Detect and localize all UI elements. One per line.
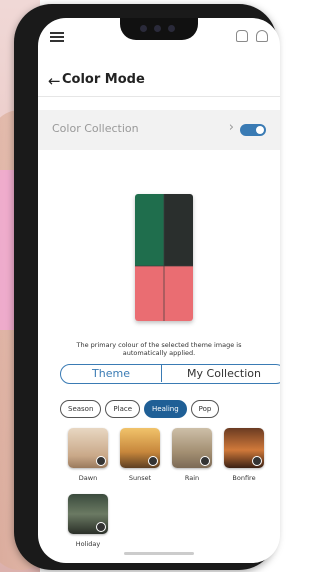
page-title: Color Mode <box>62 72 145 87</box>
menu-icon[interactable] <box>50 32 64 42</box>
fridge-preview <box>135 194 193 321</box>
color-collection-toggle[interactable] <box>240 124 266 136</box>
back-arrow-icon[interactable]: ← <box>48 72 61 90</box>
theme-label-sunset: Sunset <box>128 474 152 482</box>
theme-label-dawn: Dawn <box>78 474 98 482</box>
fridge-panel-top-right <box>164 194 193 266</box>
chip-place[interactable]: Place <box>105 400 141 418</box>
badge-icon <box>96 522 106 532</box>
chip-pop[interactable]: Pop <box>190 400 220 418</box>
caption: The primary colour of the selected theme… <box>76 341 242 357</box>
badge-icon <box>252 456 262 466</box>
badge-icon <box>96 456 106 466</box>
top-icons <box>236 30 268 42</box>
color-collection-label: Color Collection <box>52 122 139 135</box>
badge-icon <box>148 456 158 466</box>
fridge-panel-top-left <box>135 194 164 266</box>
chip-healing[interactable]: Healing <box>144 400 187 418</box>
chip-season[interactable]: Season <box>60 400 102 418</box>
theme-thumb-sunset[interactable] <box>120 428 160 468</box>
theme-label-bonfire: Bonfire <box>232 474 256 482</box>
tab-switcher: Theme My Collection <box>60 364 280 384</box>
color-collection-row[interactable]: Color Collection › <box>38 110 280 150</box>
badge-icon <box>200 456 210 466</box>
chevron-right-icon[interactable]: › <box>229 120 234 135</box>
home-indicator <box>124 552 194 555</box>
fridge-divider <box>163 194 165 321</box>
theme-thumb-dawn[interactable] <box>68 428 108 468</box>
tab-my-collection[interactable]: My Collection <box>161 365 280 382</box>
theme-thumb-rain[interactable] <box>172 428 212 468</box>
header: ← Color Mode <box>38 66 280 97</box>
tab-theme[interactable]: Theme <box>61 365 162 382</box>
theme-label-holiday: Holiday <box>75 540 101 548</box>
theme-thumb-holiday[interactable] <box>68 494 108 534</box>
filter-chips: Season Place Healing Pop <box>60 400 220 418</box>
theme-thumb-bonfire[interactable] <box>224 428 264 468</box>
screen: ← Color Mode Color Collection › The prim… <box>38 18 280 563</box>
fridge-divider <box>135 265 193 267</box>
bell-icon[interactable] <box>256 30 268 42</box>
app-top-bar <box>38 18 280 50</box>
home-icon[interactable] <box>236 30 248 42</box>
phone-frame: ← Color Mode Color Collection › The prim… <box>14 4 280 570</box>
theme-label-rain: Rain <box>184 474 200 482</box>
